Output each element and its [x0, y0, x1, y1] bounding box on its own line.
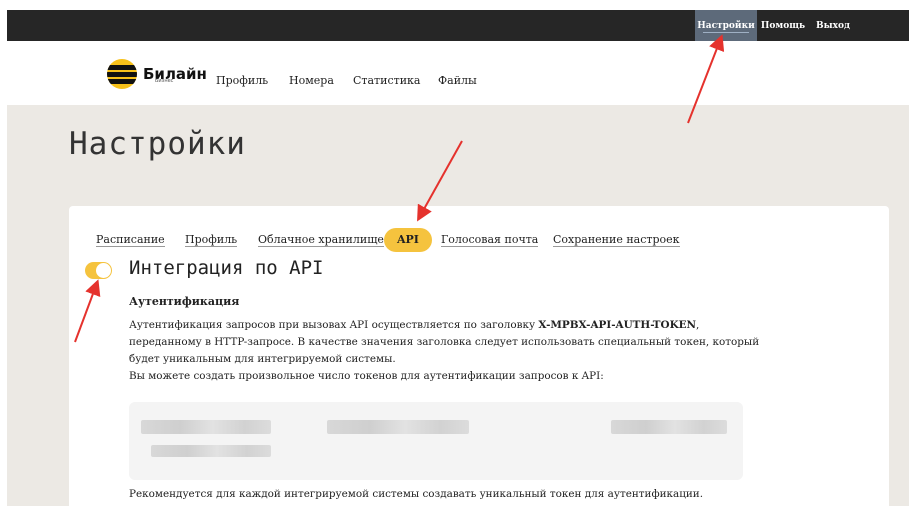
topnav-help[interactable]: Помощь: [755, 10, 811, 41]
auth-subtitle: Аутентификация: [129, 295, 240, 308]
recommendation-text: Рекомендуется для каждой интегрируемой с…: [129, 488, 704, 500]
brand-sub: Бизнес: [155, 78, 174, 84]
token-list: [129, 402, 743, 480]
token-value-blurred: [327, 420, 469, 434]
nav-statistics[interactable]: Статистика: [353, 74, 421, 87]
auth-header-name: X-MPBX-API-AUTH-TOKEN: [538, 319, 697, 331]
app-window: Настройки Помощь Выход Билайн Бизнес Про…: [7, 10, 909, 506]
auth-description: Аутентификация запросов при вызовах API …: [129, 319, 760, 382]
tab-schedule[interactable]: Расписание: [96, 228, 165, 252]
tab-cloud-storage[interactable]: Облачное хранилище: [258, 228, 384, 252]
section-title: Интеграция по API: [129, 257, 324, 279]
tab-voicemail[interactable]: Голосовая почта: [441, 228, 539, 252]
header: Билайн Бизнес Профиль Номера Статистика …: [7, 41, 909, 105]
page-title: Настройки: [69, 126, 246, 162]
token-value-blurred: [151, 445, 271, 457]
token-value-blurred: [611, 420, 727, 434]
api-enable-toggle[interactable]: [85, 262, 112, 279]
topnav-logout[interactable]: Выход: [807, 10, 859, 41]
settings-card: Расписание Профиль Облачное хранилище AP…: [69, 206, 889, 506]
token-value-blurred: [141, 420, 271, 434]
topnav-settings[interactable]: Настройки: [695, 10, 757, 41]
top-bar: Настройки Помощь Выход: [7, 10, 909, 41]
brand-name: Билайн: [143, 65, 207, 83]
nav-numbers[interactable]: Номера: [289, 74, 334, 87]
nav-profile[interactable]: Профиль: [216, 74, 268, 87]
tab-save-settings[interactable]: Сохранение настроек: [553, 228, 680, 252]
tokens-note: Вы можете создать произвольное число ток…: [129, 370, 604, 382]
beeline-logo[interactable]: Билайн Бизнес: [107, 59, 207, 89]
tab-api[interactable]: API: [384, 228, 432, 252]
tab-profile[interactable]: Профиль: [185, 228, 238, 252]
logo-ball-icon: [107, 59, 137, 89]
nav-files[interactable]: Файлы: [438, 74, 477, 87]
